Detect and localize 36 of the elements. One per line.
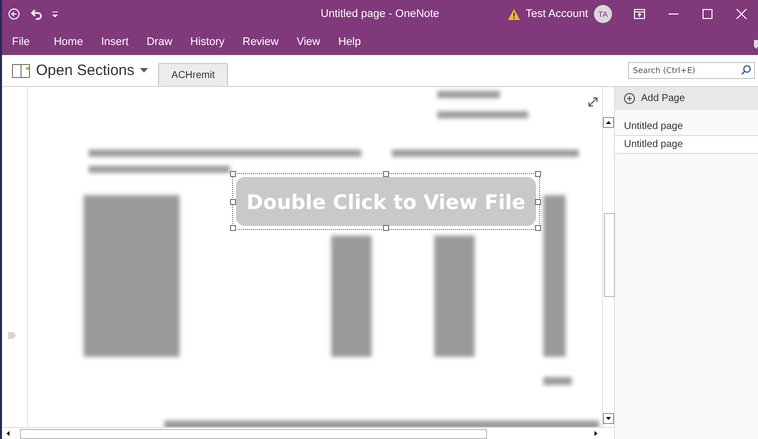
scroll-left-icon[interactable] [4, 429, 12, 438]
ribbon-tab[interactable]: View [296, 36, 320, 48]
undo-icon[interactable] [30, 8, 42, 20]
feedback-icon[interactable] [754, 40, 758, 49]
notebook-icon [12, 64, 30, 78]
expand-icon[interactable] [588, 97, 598, 107]
maximize-icon[interactable] [702, 9, 712, 19]
scroll-right-icon[interactable] [592, 429, 600, 438]
scroll-thumb[interactable] [604, 213, 615, 297]
close-icon[interactable] [736, 9, 746, 19]
paragraph-handle-icon[interactable] [8, 332, 16, 339]
section-tab[interactable]: ACHremit [158, 63, 228, 86]
search-icon[interactable] [741, 65, 751, 75]
ribbon-display-icon[interactable] [634, 9, 644, 19]
account-avatar[interactable]: TA [594, 5, 612, 23]
add-page-button[interactable]: Add Page [615, 87, 758, 110]
warning-icon[interactable] [508, 8, 520, 20]
window-title: Untitled page - OneNote [320, 8, 440, 20]
account-name[interactable]: Test Account [526, 8, 588, 20]
ribbon-tab[interactable]: History [190, 36, 224, 48]
scroll-up-icon[interactable] [603, 117, 614, 128]
search-field[interactable]: Search (Ctrl+E) [628, 62, 755, 79]
ribbon-tab[interactable]: Draw [146, 36, 172, 48]
page-item[interactable]: Untitled page [615, 135, 758, 154]
back-icon[interactable] [8, 8, 20, 20]
ribbon-tab[interactable]: Review [242, 36, 279, 48]
scroll-down-icon[interactable] [603, 413, 614, 424]
scroll-thumb[interactable] [20, 428, 487, 438]
caret-icon [140, 68, 148, 73]
ribbon-tab[interactable]: Help [338, 36, 361, 48]
customize-icon[interactable] [52, 11, 58, 17]
notebook-dropdown[interactable]: Open Sections [12, 62, 148, 79]
plus-icon [624, 93, 635, 104]
ribbon-tab[interactable]: Home [54, 36, 84, 48]
ribbon-tab[interactable]: Insert [101, 36, 129, 48]
ribbon-tab[interactable]: File [12, 36, 30, 48]
